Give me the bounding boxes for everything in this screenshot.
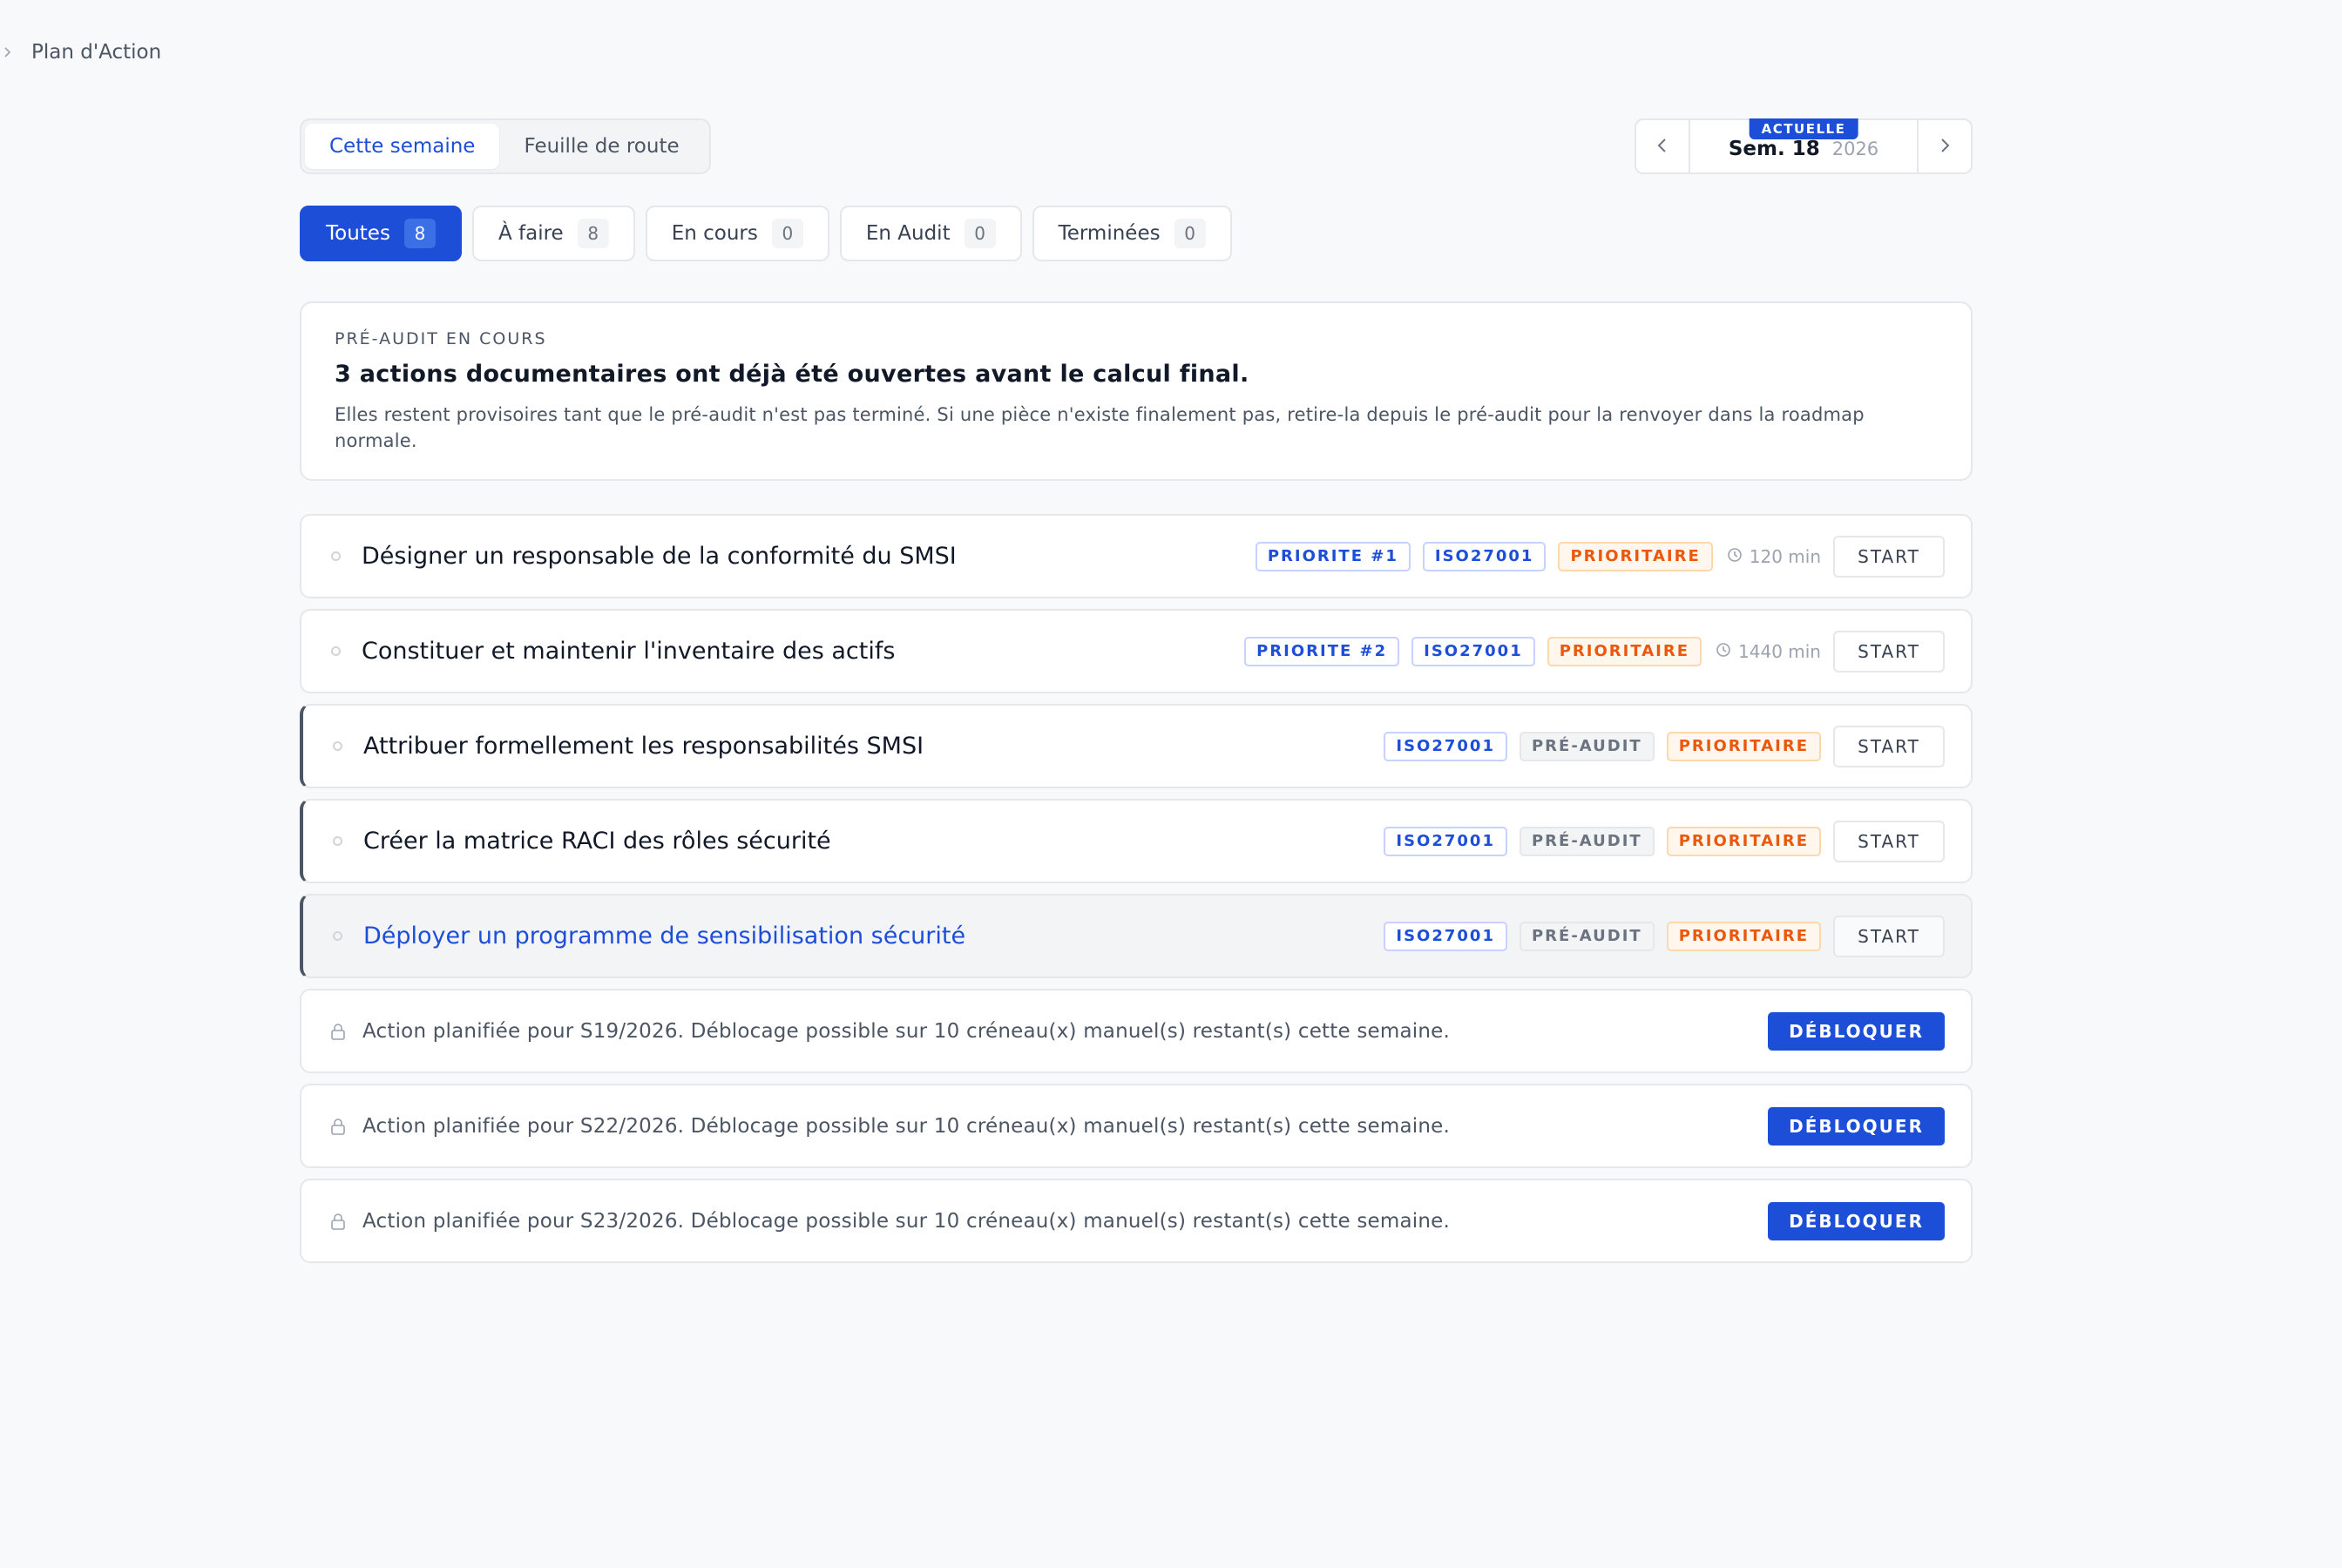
filter-count: 0 bbox=[771, 219, 803, 248]
breadcrumb-current[interactable]: Plan d'Action bbox=[31, 41, 161, 64]
tab-feuille-de-route[interactable]: Feuille de route bbox=[499, 124, 703, 169]
notice-text: Elles restent provisoires tant que le pr… bbox=[335, 404, 1865, 451]
status-badge: PRIORITAIRE bbox=[1666, 921, 1821, 951]
task-tags: ISO27001 PRÉ-AUDIT PRIORITAIRE bbox=[1384, 921, 1821, 951]
clock-icon bbox=[1727, 546, 1743, 567]
status-badge: PRIORITAIRE bbox=[1547, 636, 1702, 666]
framework-badge: ISO27001 bbox=[1384, 921, 1507, 951]
next-week-button[interactable] bbox=[1917, 120, 1971, 172]
task-row[interactable]: Déployer un programme de sensibilisation… bbox=[300, 894, 1973, 978]
lock-icon bbox=[329, 1212, 349, 1231]
start-button[interactable]: START bbox=[1833, 820, 1945, 862]
task-tags: PRIORITE #1 ISO27001 PRIORITAIRE 120 min bbox=[1255, 541, 1821, 571]
locked-task-text: Action planifiée pour S23/2026. Déblocag… bbox=[362, 1209, 1451, 1233]
task-title[interactable]: Déployer un programme de sensibilisation… bbox=[363, 923, 1384, 950]
locked-task-text: Action planifiée pour S22/2026. Déblocag… bbox=[362, 1114, 1451, 1138]
status-badge: PRIORITAIRE bbox=[1666, 826, 1821, 856]
previous-week-button[interactable] bbox=[1636, 120, 1690, 172]
filter-terminees[interactable]: Terminées 0 bbox=[1032, 206, 1232, 261]
week-navigator: ACTUELLE Sem. 18 2026 bbox=[1635, 118, 1973, 174]
start-button[interactable]: START bbox=[1833, 725, 1945, 767]
task-title[interactable]: Constituer et maintenir l'inventaire des… bbox=[362, 638, 1244, 665]
task-title[interactable]: Désigner un responsable de la conformité… bbox=[362, 543, 1256, 570]
lock-icon bbox=[329, 1117, 349, 1136]
status-filters: Toutes 8 À faire 8 En cours 0 En Audit 0… bbox=[300, 206, 1973, 261]
filter-label: Toutes bbox=[326, 222, 390, 245]
current-week-badge: ACTUELLE bbox=[1749, 118, 1858, 139]
page: Plan d'Action Cette semaine Feuille de r… bbox=[0, 0, 2342, 1568]
task-tags: PRIORITE #2 ISO27001 PRIORITAIRE 1440 mi… bbox=[1244, 636, 1821, 666]
task-tags: ISO27001 PRÉ-AUDIT PRIORITAIRE bbox=[1384, 731, 1821, 761]
status-dot bbox=[333, 741, 342, 751]
main-content: Cette semaine Feuille de route ACTUELLE … bbox=[300, 118, 1973, 1263]
notice-eyebrow: PRÉ-AUDIT EN COURS bbox=[335, 329, 547, 348]
filter-en-cours[interactable]: En cours 0 bbox=[645, 206, 829, 261]
task-title[interactable]: Créer la matrice RACI des rôles sécurité bbox=[363, 828, 1384, 855]
current-week: ACTUELLE Sem. 18 2026 bbox=[1690, 118, 1917, 172]
notice-title: 3 actions documentaires ont déjà été ouv… bbox=[335, 361, 1249, 388]
pre-audit-badge: PRÉ-AUDIT bbox=[1519, 826, 1655, 856]
duration: 120 min bbox=[1727, 546, 1821, 567]
view-switcher: Cette semaine Feuille de route bbox=[300, 118, 711, 174]
task-tags: ISO27001 PRÉ-AUDIT PRIORITAIRE bbox=[1384, 826, 1821, 856]
locked-task-row: Action planifiée pour S22/2026. Déblocag… bbox=[300, 1084, 1973, 1168]
status-dot bbox=[333, 836, 342, 846]
week-label: Sem. 18 bbox=[1728, 138, 1820, 160]
chevron-right-icon bbox=[3, 46, 14, 58]
chevron-left-icon bbox=[1656, 136, 1669, 158]
filter-label: En cours bbox=[671, 222, 758, 245]
task-row[interactable]: Constituer et maintenir l'inventaire des… bbox=[300, 609, 1973, 693]
priority-badge: PRIORITE #1 bbox=[1255, 541, 1411, 571]
locked-task-row: Action planifiée pour S19/2026. Déblocag… bbox=[300, 989, 1973, 1073]
filter-en-audit[interactable]: En Audit 0 bbox=[839, 206, 1022, 261]
framework-badge: ISO27001 bbox=[1384, 826, 1507, 856]
filter-a-faire[interactable]: À faire 8 bbox=[471, 206, 635, 261]
breadcrumb: Plan d'Action bbox=[0, 38, 161, 66]
filter-toutes[interactable]: Toutes 8 bbox=[300, 206, 462, 261]
unlock-button[interactable]: DÉBLOQUER bbox=[1768, 1106, 1945, 1146]
status-badge: PRIORITAIRE bbox=[1666, 731, 1821, 761]
tab-cette-semaine[interactable]: Cette semaine bbox=[305, 124, 500, 169]
start-button[interactable]: START bbox=[1833, 630, 1945, 672]
duration-value: 1440 min bbox=[1738, 640, 1821, 662]
pre-audit-badge: PRÉ-AUDIT bbox=[1519, 731, 1655, 761]
priority-badge: PRIORITE #2 bbox=[1244, 636, 1400, 666]
filter-count: 8 bbox=[577, 219, 609, 248]
task-row[interactable]: Créer la matrice RACI des rôles sécurité… bbox=[300, 799, 1973, 883]
locked-task-text: Action planifiée pour S19/2026. Déblocag… bbox=[362, 1019, 1451, 1043]
task-row[interactable]: Attribuer formellement les responsabilit… bbox=[300, 704, 1973, 788]
status-dot bbox=[333, 931, 342, 941]
framework-badge: ISO27001 bbox=[1422, 541, 1547, 571]
task-list: Désigner un responsable de la conformité… bbox=[300, 514, 1973, 1263]
unlock-button[interactable]: DÉBLOQUER bbox=[1768, 1011, 1945, 1051]
filter-label: À faire bbox=[498, 222, 564, 245]
clock-icon bbox=[1716, 641, 1731, 662]
task-title[interactable]: Attribuer formellement les responsabilit… bbox=[363, 733, 1384, 760]
locked-task-row: Action planifiée pour S23/2026. Déblocag… bbox=[300, 1179, 1973, 1263]
filter-count: 0 bbox=[964, 219, 996, 248]
toolbar: Cette semaine Feuille de route ACTUELLE … bbox=[300, 118, 1973, 174]
start-button[interactable]: START bbox=[1833, 915, 1945, 957]
week-year: 2026 bbox=[1831, 139, 1879, 159]
pre-audit-badge: PRÉ-AUDIT bbox=[1519, 921, 1655, 951]
filter-label: Terminées bbox=[1058, 222, 1161, 245]
filter-label: En Audit bbox=[865, 222, 951, 245]
filter-count: 0 bbox=[1174, 219, 1206, 248]
status-dot bbox=[331, 551, 341, 561]
pre-audit-notice: PRÉ-AUDIT EN COURS 3 actions documentair… bbox=[300, 301, 1973, 481]
lock-icon bbox=[329, 1022, 349, 1041]
chevron-right-icon bbox=[1939, 136, 1951, 158]
framework-badge: ISO27001 bbox=[1384, 731, 1507, 761]
task-row[interactable]: Désigner un responsable de la conformité… bbox=[300, 514, 1973, 598]
status-badge: PRIORITAIRE bbox=[1558, 541, 1713, 571]
duration-value: 120 min bbox=[1749, 545, 1821, 567]
framework-badge: ISO27001 bbox=[1411, 636, 1535, 666]
unlock-button[interactable]: DÉBLOQUER bbox=[1768, 1201, 1945, 1240]
start-button[interactable]: START bbox=[1833, 535, 1945, 578]
status-dot bbox=[331, 646, 341, 656]
duration: 1440 min bbox=[1716, 641, 1821, 662]
filter-count: 8 bbox=[403, 219, 436, 248]
